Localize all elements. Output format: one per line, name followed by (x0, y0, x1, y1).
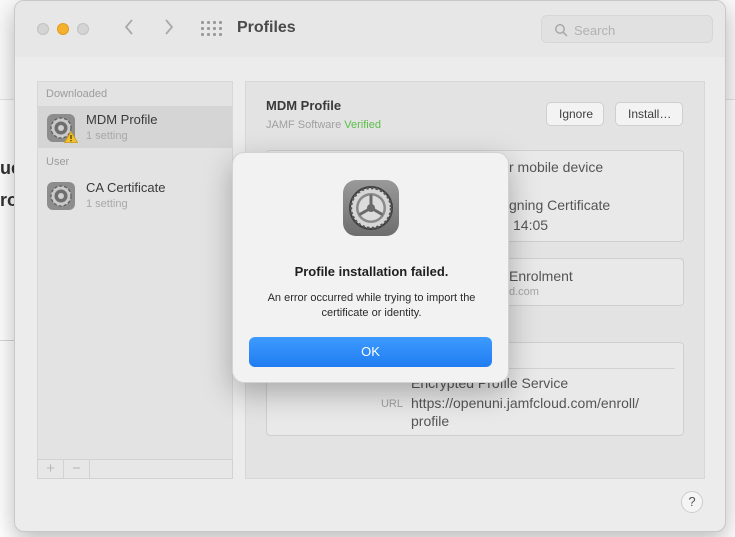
gear-icon (47, 182, 75, 210)
card-text: r mobile device (509, 159, 604, 175)
sidebar-item-mdm-profile[interactable]: MDM Profile 1 setting (38, 106, 232, 148)
section-user: User (46, 156, 70, 168)
verified-badge: Verified (344, 119, 381, 131)
ok-button[interactable]: OK (249, 337, 492, 367)
zoom-window-button[interactable] (77, 23, 89, 35)
profile-organization: JAMF Software Verified (266, 119, 381, 131)
card-text: 14:05 (513, 217, 549, 233)
close-window-button[interactable] (37, 23, 49, 35)
card-text: gning Certificate (509, 197, 611, 213)
remove-profile-button[interactable]: − (64, 460, 90, 478)
dialog-message: An error occurred while trying to import… (267, 292, 476, 319)
sidebar-item-name: CA Certificate (86, 180, 166, 195)
card-subtext: d.com (509, 286, 539, 298)
organization-name: JAMF Software (266, 119, 342, 131)
sidebar-footer: + − (37, 459, 233, 479)
sidebar-item-ca-certificate[interactable]: CA Certificate 1 setting (38, 174, 232, 216)
warning-icon (64, 131, 78, 143)
chevron-left-icon (124, 19, 133, 35)
search-input[interactable] (574, 20, 704, 40)
url-label: URL (380, 398, 403, 410)
forward-button[interactable] (159, 18, 179, 40)
sidebar-item-sub: 1 setting (86, 198, 128, 210)
gear-icon (343, 180, 399, 236)
card-text: Enrolment (509, 268, 573, 284)
show-all-button[interactable] (201, 21, 223, 39)
url-value: https://openuni.jamfcloud.com/enroll/ (411, 395, 640, 411)
profile-title: MDM Profile (266, 98, 342, 113)
search-icon (555, 24, 568, 37)
sidebar-item-name: MDM Profile (86, 112, 158, 127)
url-value-continued: profile (411, 413, 450, 429)
chevron-right-icon (165, 19, 174, 35)
ignore-button[interactable]: Ignore (546, 102, 604, 126)
sidebar-item-sub: 1 setting (86, 130, 128, 142)
section-downloaded: Downloaded (46, 88, 108, 100)
profiles-sidebar: Downloaded MDM Profile 1 setting User CA… (37, 81, 233, 459)
help-button[interactable]: ? (681, 491, 703, 513)
add-profile-button[interactable]: + (38, 460, 64, 478)
window-title: Profiles (237, 19, 296, 36)
back-button[interactable] (119, 18, 139, 40)
alert-dialog: Profile installation failed. An error oc… (232, 152, 509, 383)
install-button[interactable]: Install… (615, 102, 683, 126)
minimize-window-button[interactable] (57, 23, 69, 35)
titlebar: Profiles (15, 1, 725, 57)
dialog-title: Profile installation failed. (294, 264, 449, 279)
search-field[interactable] (541, 15, 713, 43)
